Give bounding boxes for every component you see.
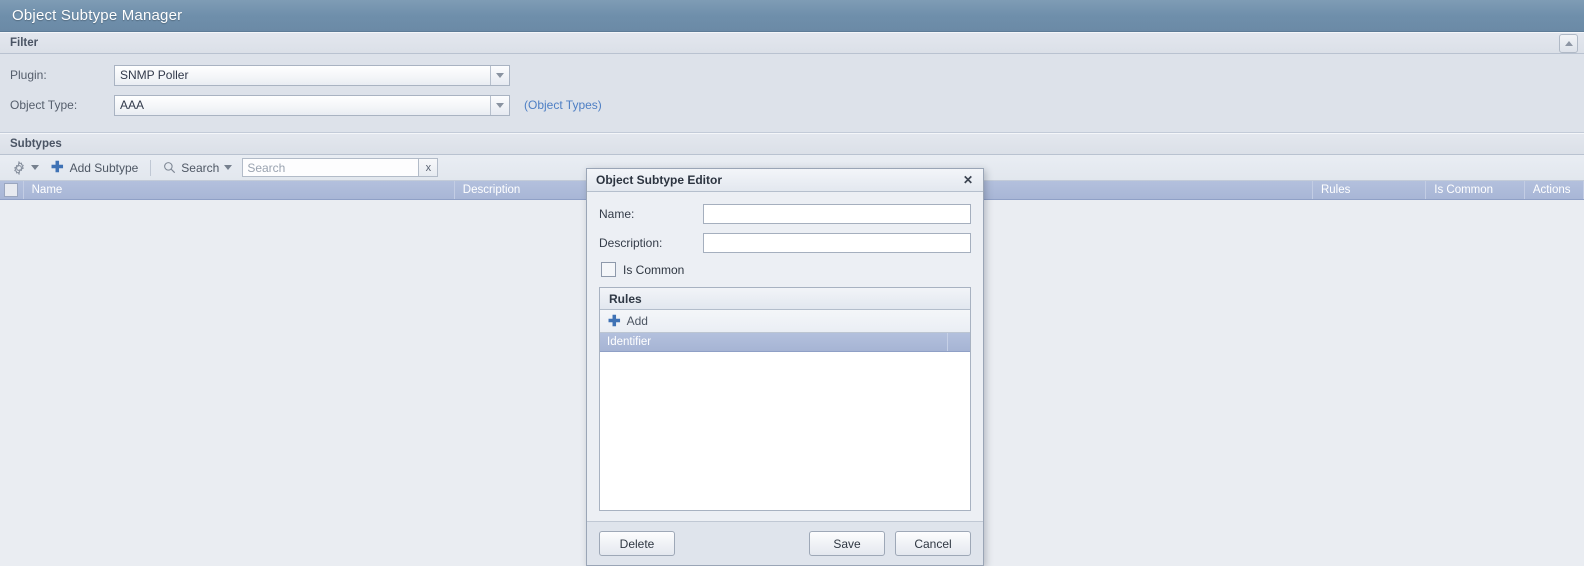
- name-label: Name:: [599, 207, 635, 221]
- is-common-label: Is Common: [623, 262, 685, 277]
- toolbar-divider: [150, 159, 152, 176]
- chevron-down-icon[interactable]: [490, 95, 509, 115]
- checkbox-box: [4, 183, 19, 197]
- rules-toolbar: ✚ Add: [600, 310, 970, 333]
- chevron-up-glyph: [1564, 40, 1573, 46]
- plugin-select-value: SNMP Poller: [120, 68, 189, 82]
- plugin-select[interactable]: SNMP Poller: [114, 64, 510, 86]
- chevron-up-icon[interactable]: [1559, 33, 1578, 53]
- select-all-checkbox[interactable]: [0, 181, 24, 199]
- dialog-title: Object Subtype Editor: [596, 173, 723, 187]
- object-type-label: Object Type:: [10, 98, 78, 112]
- plugin-filter-row: Plugin: SNMP Poller: [0, 62, 1584, 88]
- chevron-down-glyph: [496, 72, 504, 78]
- column-header-is-common[interactable]: Is Common: [1426, 181, 1525, 199]
- add-rule-button[interactable]: ✚ Add: [608, 314, 648, 329]
- object-type-select[interactable]: AAA: [114, 94, 510, 116]
- subtypes-section-header: Subtypes: [0, 133, 1584, 155]
- plugin-label: Plugin:: [10, 68, 47, 82]
- rules-grid-header: Identifier: [600, 333, 970, 352]
- add-subtype-button[interactable]: ✚ Add Subtype: [45, 157, 144, 179]
- name-field-row: Name:: [599, 204, 971, 224]
- object-type-select-value: AAA: [120, 98, 145, 112]
- plus-icon: ✚: [51, 159, 64, 176]
- cancel-button[interactable]: Cancel: [895, 531, 971, 556]
- rules-panel: Rules ✚ Add Identifier: [599, 287, 971, 511]
- search-input[interactable]: [242, 158, 419, 177]
- grid-settings-button[interactable]: [6, 157, 45, 179]
- object-types-link[interactable]: (Object Types): [524, 98, 602, 112]
- description-input[interactable]: [703, 233, 971, 253]
- object-subtype-editor-dialog: Object Subtype Editor ✕ Name: Descriptio…: [586, 168, 984, 566]
- rules-column-header-actions[interactable]: [948, 333, 970, 351]
- search-menu-button[interactable]: Search: [157, 157, 238, 179]
- magnifier-icon: [163, 161, 176, 174]
- plus-icon: ✚: [608, 312, 621, 330]
- subtypes-section-title: Subtypes: [10, 138, 62, 150]
- dialog-titlebar[interactable]: Object Subtype Editor ✕: [587, 169, 983, 192]
- is-common-checkbox[interactable]: [601, 262, 616, 277]
- chevron-down-glyph: [496, 102, 504, 108]
- rules-grid-body: [600, 352, 970, 510]
- column-header-name[interactable]: Name: [24, 181, 455, 199]
- search-menu-label: Search: [181, 160, 220, 175]
- name-input[interactable]: [703, 204, 971, 224]
- object-type-filter-row: Object Type: AAA (Object Types): [0, 92, 1584, 118]
- dialog-body: Name: Description: Is Common Rules ✚ Add…: [587, 192, 983, 521]
- add-subtype-label: Add Subtype: [69, 160, 139, 175]
- description-label: Description:: [599, 236, 663, 250]
- app-titlebar: Object Subtype Manager: [0, 0, 1584, 32]
- clear-search-button[interactable]: x: [418, 158, 439, 177]
- page-title: Object Subtype Manager: [12, 7, 183, 24]
- is-common-row: Is Common: [601, 262, 971, 277]
- save-button[interactable]: Save: [809, 531, 885, 556]
- column-header-actions[interactable]: Actions: [1525, 181, 1584, 199]
- rules-title: Rules: [609, 291, 642, 306]
- description-field-row: Description:: [599, 233, 971, 253]
- filter-section-header: Filter: [0, 32, 1584, 54]
- rules-panel-header: Rules: [600, 288, 970, 310]
- chevron-down-icon: [224, 165, 233, 170]
- column-header-rules[interactable]: Rules: [1313, 181, 1427, 199]
- add-rule-label: Add: [626, 314, 648, 328]
- dialog-footer: Delete Save Cancel: [587, 521, 983, 565]
- gear-icon: [12, 160, 26, 175]
- chevron-down-icon[interactable]: [490, 65, 509, 85]
- rules-column-header-identifier[interactable]: Identifier: [600, 333, 948, 351]
- chevron-down-icon: [31, 165, 39, 170]
- search-box: x: [242, 158, 439, 177]
- delete-button[interactable]: Delete: [599, 531, 675, 556]
- close-icon[interactable]: ✕: [961, 173, 975, 187]
- filter-section-title: Filter: [10, 37, 39, 49]
- filter-panel: Plugin: SNMP Poller Object Type: AAA (Ob…: [0, 54, 1584, 133]
